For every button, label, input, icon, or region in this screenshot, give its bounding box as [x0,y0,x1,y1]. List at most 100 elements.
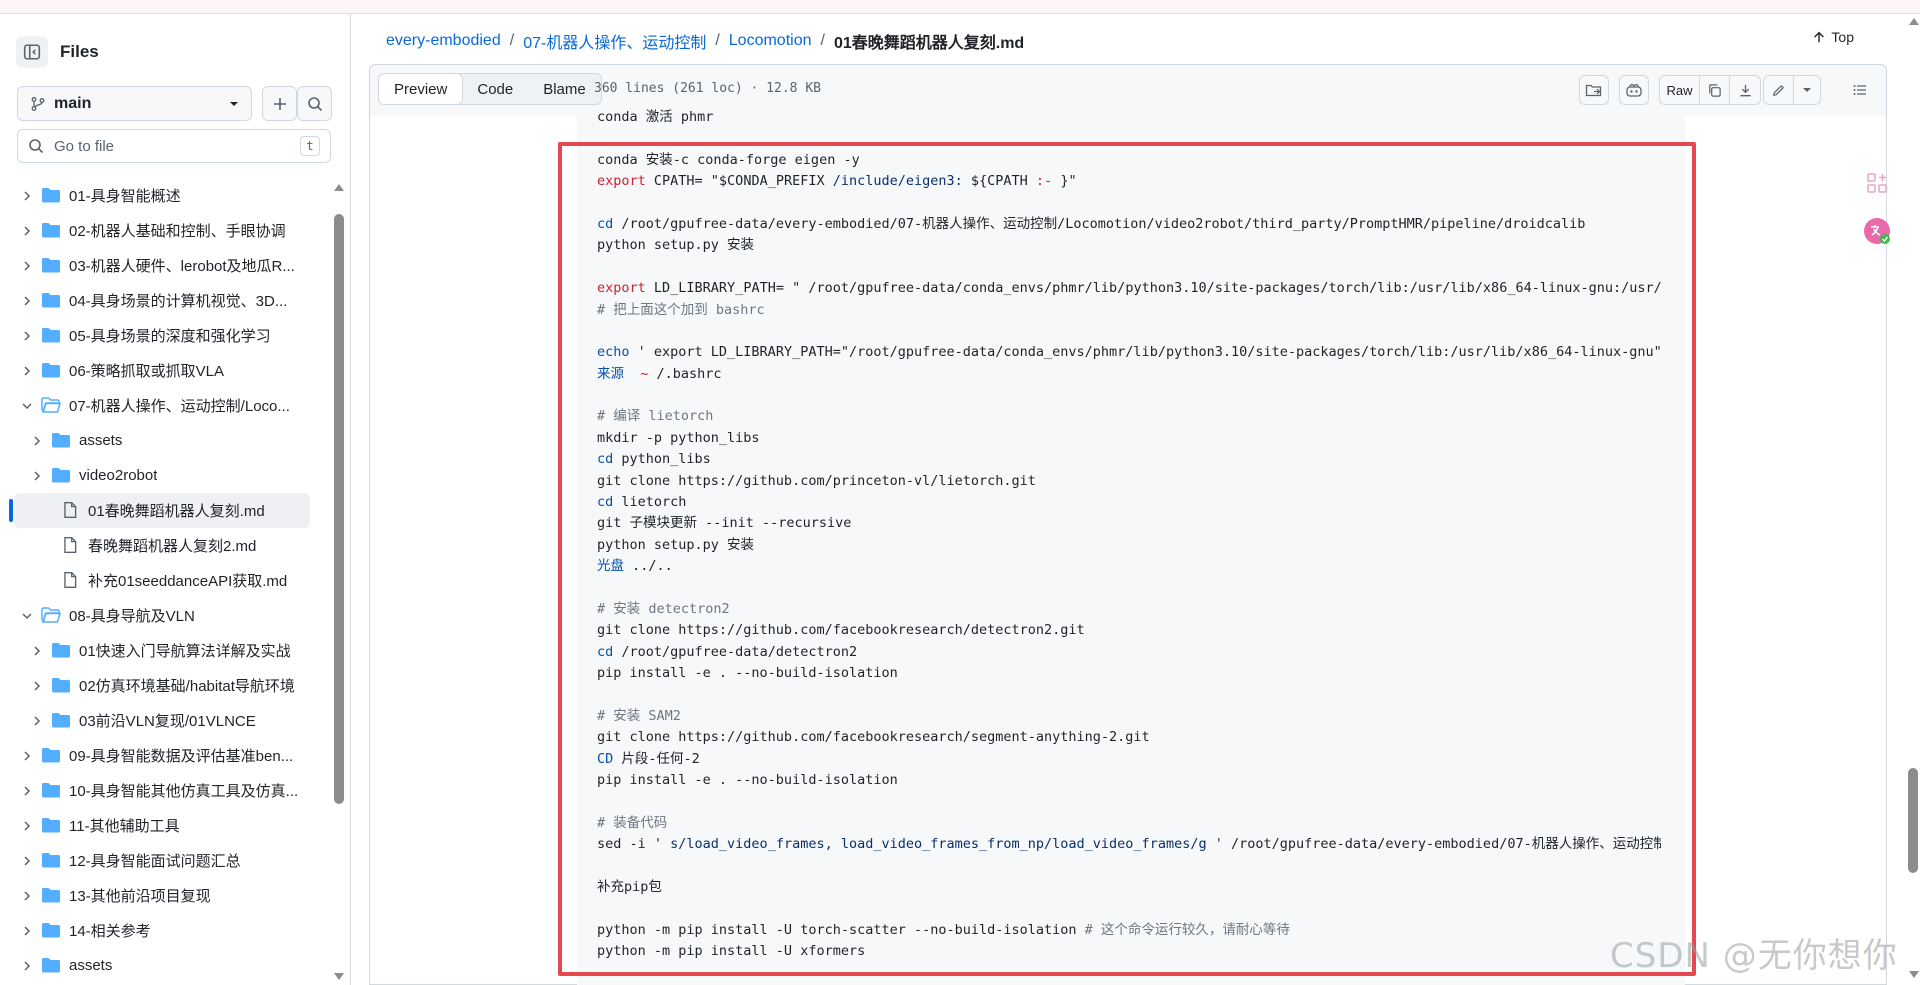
scroll-down-arrow[interactable] [333,972,345,982]
tree-item-label: 01春晚舞蹈机器人复刻.md [88,503,265,520]
code-line: git clone https://github.com/facebookres… [597,729,1150,746]
tree-folder-item[interactable]: 12-具身智能面试问题汇总 [0,843,330,878]
tree-item-label: 04-具身场景的计算机视觉、3D... [69,293,288,310]
back-to-top-link[interactable]: Top [1812,29,1854,45]
chevron-right-icon[interactable] [20,294,34,308]
main-panel: every-embodied / 07-机器人操作、运动控制 / Locomot… [352,14,1920,985]
tree-folder-item[interactable]: 04-具身场景的计算机视觉、3D... [0,283,330,318]
code-line: # 安装 SAM2 [597,707,681,724]
tree-item-label: 补充01seeddanceAPI获取.md [88,573,288,590]
page-scroll-down-arrow[interactable] [1908,970,1920,980]
tree-folder-item[interactable]: 01-具身智能概述 [0,178,330,213]
edit-file-button[interactable] [1764,76,1794,104]
top-strip [0,0,1920,14]
chevron-right-icon[interactable] [20,924,34,938]
tree-folder-item[interactable]: 09-具身智能数据及评估基准ben... [0,738,330,773]
chevron-right-icon[interactable] [20,189,34,203]
tree-folder-item[interactable]: assets [0,423,330,458]
sidebar-collapse-icon [23,44,41,60]
file-icon [61,501,81,519]
tree-folder-item[interactable]: 14-相关参考 [0,913,330,948]
tree-folder-item[interactable]: 03-机器人硬件、lerobot及地瓜R... [0,248,330,283]
copilot-button[interactable] [1619,75,1649,105]
add-file-button[interactable] [262,86,297,121]
chevron-right-icon[interactable] [20,784,34,798]
edit-options-button[interactable] [1794,76,1820,104]
chevron-right-icon[interactable] [20,959,34,973]
translate-icon[interactable] [1862,216,1892,246]
tree-item-label: 01-具身智能概述 [69,188,181,205]
chevron-right-icon[interactable] [20,854,34,868]
chevron-right-icon[interactable] [20,819,34,833]
tree-folder-item[interactable]: video2robot [0,458,330,493]
branch-selector[interactable]: main [17,86,252,121]
tree-file-item[interactable]: 补充01seeddanceAPI获取.md [0,563,330,598]
code-line: conda 安装-c conda-forge eigen -y [597,151,860,168]
scroll-up-arrow[interactable] [333,182,345,192]
raw-button[interactable]: Raw [1660,76,1700,104]
copy-button[interactable] [1700,76,1730,104]
tree-file-item[interactable]: 春晚舞蹈机器人复刻2.md [0,528,330,563]
tab-preview[interactable]: Preview [378,74,464,104]
code-line: export LD_LIBRARY_PATH= " /root/gpufree-… [597,280,1661,297]
tree-item-label: assets [69,957,113,974]
chevron-right-icon[interactable] [30,714,44,728]
tree-folder-item[interactable]: 08-具身导航及VLN [0,598,330,633]
breadcrumb-folder-link[interactable]: 07-机器人操作、运动控制 [523,29,706,53]
translate-badge-icon [1864,218,1890,244]
tree-folder-item[interactable]: 05-具身场景的深度和强化学习 [0,318,330,353]
download-button[interactable] [1730,76,1760,104]
tree-file-item[interactable]: 01春晚舞蹈机器人复刻.md [0,493,330,528]
tree-folder-item[interactable]: 03前沿VLN复现/01VLNCE [0,703,330,738]
sidebar-scrollbar-thumb[interactable] [334,214,344,804]
tab-blame[interactable]: Blame [528,74,601,104]
folder-icon [51,641,71,659]
tree-folder-item[interactable]: assets [0,948,330,983]
go-to-file-input[interactable]: Go to file t [17,129,331,163]
chevron-right-icon[interactable] [20,259,34,273]
pencil-icon [1773,84,1785,96]
apps-icon[interactable] [1862,168,1892,198]
search-button[interactable] [297,86,332,121]
tree-item-label: 12-具身智能面试问题汇总 [69,853,241,870]
chevron-right-icon[interactable] [30,679,44,693]
collapse-sidebar-button[interactable] [16,36,48,68]
code-line: # 装备代码 [597,814,668,831]
git-branch-icon [31,96,45,111]
chevron-right-icon[interactable] [20,224,34,238]
chevron-down-icon[interactable] [20,609,34,623]
code-line: git clone https://github.com/facebookres… [597,622,1085,639]
breadcrumb-repo-link[interactable]: every-embodied [386,32,501,50]
tree-folder-item[interactable]: 07-机器人操作、运动控制/Loco... [0,388,330,423]
chevron-down-icon[interactable] [20,399,34,413]
page-scrollbar-thumb[interactable] [1908,768,1918,873]
chevron-right-icon[interactable] [30,644,44,658]
chevron-right-icon[interactable] [30,434,44,448]
chevron-right-icon[interactable] [20,749,34,763]
file-meta: 360 lines (261 loc) · 12.8 KB [594,81,821,96]
tab-code[interactable]: Code [462,74,528,104]
code-line: cd /root/gpufree-data/detectron2 [597,643,858,660]
code-line: cd /root/gpufree-data/every-embodied/07-… [597,215,1586,232]
tree-folder-item[interactable]: 11-其他辅助工具 [0,808,330,843]
code-text: conda 激活 phmr conda 安装-c conda-forge eig… [597,107,1661,963]
chevron-right-icon[interactable] [20,889,34,903]
chevron-right-icon[interactable] [20,329,34,343]
tree-folder-item[interactable]: 01快速入门导航算法详解及实战 [0,633,330,668]
tree-folder-item[interactable]: 02-机器人基础和控制、手眼协调 [0,213,330,248]
code-line: 补充pip包 [597,879,662,896]
outline-button[interactable] [1845,75,1875,105]
tree-folder-item[interactable]: 10-具身智能其他仿真工具及仿真... [0,773,330,808]
code-line: git 子模块更新 --init --recursive [597,515,852,532]
folder-icon [41,361,61,379]
tree-folder-item[interactable]: 02仿真环境基础/habitat导航环境 [0,668,330,703]
chevron-right-icon[interactable] [30,469,44,483]
tree-folder-item[interactable]: 13-其他前沿项目复现 [0,878,330,913]
tree-item-label: 09-具身智能数据及评估基准ben... [69,748,294,765]
chevron-right-icon[interactable] [20,364,34,378]
page-scroll-up-arrow[interactable] [1908,16,1920,26]
open-in-codespace-button[interactable] [1579,75,1609,105]
tree-folder-item[interactable]: 06-策略抓取或抓取VLA [0,353,330,388]
breadcrumb-subfolder-link[interactable]: Locomotion [729,32,812,50]
